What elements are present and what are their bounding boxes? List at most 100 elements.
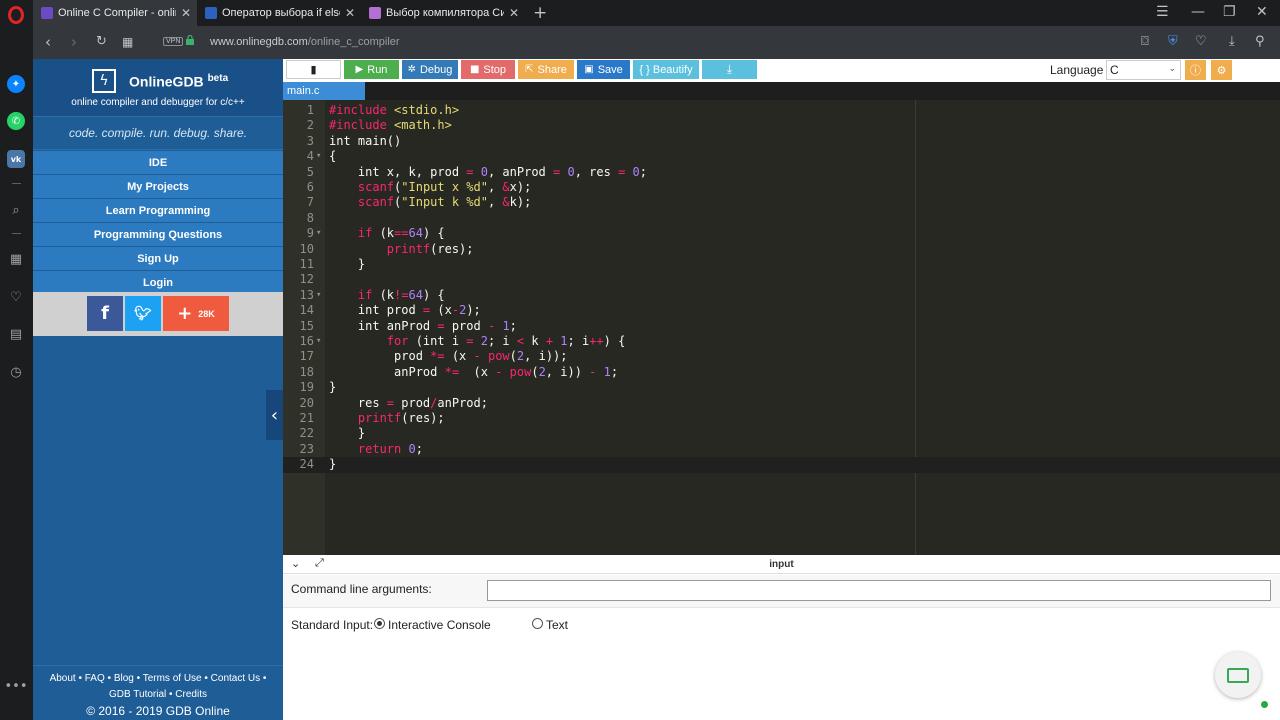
info-button[interactable]: ⓘ [1185,60,1206,80]
code-line[interactable]: 7 scanf("Input k %d", &k); [283,195,1280,210]
browser-tab-onlinegdb[interactable]: Online C Compiler - online ✕ [33,0,197,26]
nav-item-learn-programming[interactable]: Learn Programming [33,199,283,222]
url-field[interactable]: www.onlinegdb.com/online_c_compiler [210,36,400,48]
more-icon[interactable]: ••• [5,677,28,695]
code-line[interactable]: 20 res = prod/anProd; [283,396,1280,411]
code-line[interactable]: 22 } [283,426,1280,441]
code-line[interactable]: 15 int anProd = prod - 1; [283,319,1280,334]
messenger-icon[interactable]: ✦ [7,75,25,93]
code-line[interactable]: 19} [283,380,1280,395]
adblock-shield-icon[interactable]: ⛨ [1168,34,1178,49]
line-number: 6 [306,180,314,194]
code-line[interactable]: 23 return 0; [283,442,1280,457]
back-arrow-icon[interactable]: ‹ [45,33,51,51]
code-line[interactable]: 21 printf(res); [283,411,1280,426]
debug-button[interactable]: ✲ Debug [402,60,458,79]
code-line[interactable]: 17 prod *= (x - pow(2, i)); [283,349,1280,364]
code-line[interactable]: 3 int main() [283,134,1280,149]
fold-arrow-icon[interactable]: ▾ [316,149,321,164]
code-line[interactable]: 14 int prod = (x-2); [283,303,1280,318]
stop-button[interactable]: ■ Stop [461,60,515,79]
feedback-mail-button[interactable] [1215,652,1261,698]
line-number: 10 [299,241,314,256]
code-line[interactable]: 16 ▾ for (int i = 2; i < k + 1; i++) { [283,334,1280,349]
download-button[interactable]: ⤓ [702,60,757,79]
brand-name[interactable]: OnlineGDB beta [129,73,228,90]
twitter-share-button[interactable]: 🐦︎ [125,296,161,331]
nav-item-login[interactable]: Login [33,271,283,294]
speed-dial-icon[interactable]: ▦ [7,250,25,268]
line-number: 4 [306,149,314,164]
run-button[interactable]: ▶ Run [344,60,399,79]
whatsapp-icon[interactable]: ✆ [7,112,25,130]
code-line[interactable]: 4 ▾ { [283,149,1280,164]
file-tab-main-c[interactable]: main.c [283,82,365,100]
browser-tab-compiler-choice[interactable]: Выбор компилятора Си ✕ [361,0,525,26]
vk-icon[interactable]: vk [7,150,25,168]
save-label: Save [597,63,623,76]
reload-icon[interactable]: ↻ [96,34,107,49]
search-icon[interactable]: ⌕ [7,201,25,219]
code-text: } [329,426,366,441]
onlinegdb-logo-icon[interactable]: ϟ [92,69,116,93]
nav-item-ide[interactable]: IDE [33,151,283,174]
forward-arrow-icon[interactable]: › [71,33,77,51]
fold-arrow-icon[interactable]: ▾ [316,334,321,349]
collapse-sidebar-handle[interactable]: ‹ [266,390,283,440]
code-line[interactable]: 10 printf(res); [283,242,1280,257]
opera-logo-icon[interactable] [8,6,24,24]
code-line[interactable]: 18 anProd *= (x - pow(2, i)) - 1; [283,365,1280,380]
nav-item-programming-questions[interactable]: Programming Questions [33,223,283,246]
code-text: int prod = (x-2); [329,303,481,318]
tab-menu-icon[interactable]: ☰ [1156,4,1169,20]
line-number: 2 [306,118,314,133]
nav-item-sign-up[interactable]: Sign Up [33,247,283,270]
vpn-badge[interactable]: VPN [163,37,184,46]
history-clock-icon[interactable]: ◷ [7,363,25,381]
interactive-console-radio[interactable] [374,618,385,629]
restore-icon[interactable]: ❐ [1223,4,1236,20]
code-line[interactable]: 5 int x, k, prod = 0, anProd = 0, res = … [283,165,1280,180]
code-line[interactable]: 11 } [283,257,1280,272]
easy-setup-icon[interactable]: ⚲ [1255,34,1265,49]
nav-item-my-projects[interactable]: My Projects [33,175,283,198]
close-icon[interactable]: ✕ [345,6,355,20]
code-line[interactable]: 1 #include <stdio.h> [283,103,1280,118]
beautify-button[interactable]: { } Beautify [633,60,699,79]
code-line[interactable]: 13 ▾ if (k!=64) { [283,288,1280,303]
tabs-grid-icon[interactable]: ▦ [122,35,133,49]
save-button[interactable]: ▣ Save [577,60,630,79]
fold-arrow-icon[interactable]: ▾ [316,226,321,241]
browser-tab-if-else[interactable]: Оператор выбора if else в ✕ [197,0,361,26]
command-line-args-input[interactable] [487,580,1271,601]
text-label[interactable]: Text [546,618,568,632]
code-line[interactable]: 9 ▾ if (k==64) { [283,226,1280,241]
code-line[interactable]: 24} [283,457,1280,473]
footer-links-primary[interactable]: About • FAQ • Blog • Terms of Use • Cont… [33,671,283,687]
interactive-console-label[interactable]: Interactive Console [388,618,491,632]
settings-button[interactable]: ⚙ [1211,60,1232,80]
bookmarks-heart-icon[interactable]: ♡ [7,288,25,306]
minimize-icon[interactable]: — [1191,4,1205,20]
text-radio[interactable] [532,618,543,629]
code-line[interactable]: 6 scanf("Input x %d", &x); [283,180,1280,195]
window-close-icon[interactable]: ✕ [1256,4,1268,20]
footer-links-secondary[interactable]: GDB Tutorial • Credits [33,687,283,703]
news-icon[interactable]: ▤ [7,325,25,343]
share-button[interactable]: ⇱ Share [518,60,574,79]
close-icon[interactable]: ✕ [509,6,519,20]
new-tab-plus-icon[interactable]: + [533,3,547,23]
new-file-button[interactable]: ▮ [286,60,341,79]
code-line[interactable]: 2 #include <math.h> [283,118,1280,133]
close-icon[interactable]: ✕ [181,6,191,20]
bookmark-heart-icon[interactable]: ♡ [1195,34,1207,49]
language-select[interactable]: C ⌄ [1106,60,1181,80]
addthis-share-button[interactable]: +28K [163,296,229,331]
downloads-icon[interactable]: ⤓ [1229,34,1235,49]
fold-arrow-icon[interactable]: ▾ [316,288,321,303]
snapshot-camera-icon[interactable]: ⌼ [1141,34,1149,49]
code-line[interactable]: 12 [283,272,1280,287]
facebook-share-button[interactable]: f [87,296,123,331]
code-line[interactable]: 8 [283,211,1280,226]
code-editor[interactable]: 1 #include <stdio.h> 2 #include <math.h> 3 in… [283,100,1280,555]
